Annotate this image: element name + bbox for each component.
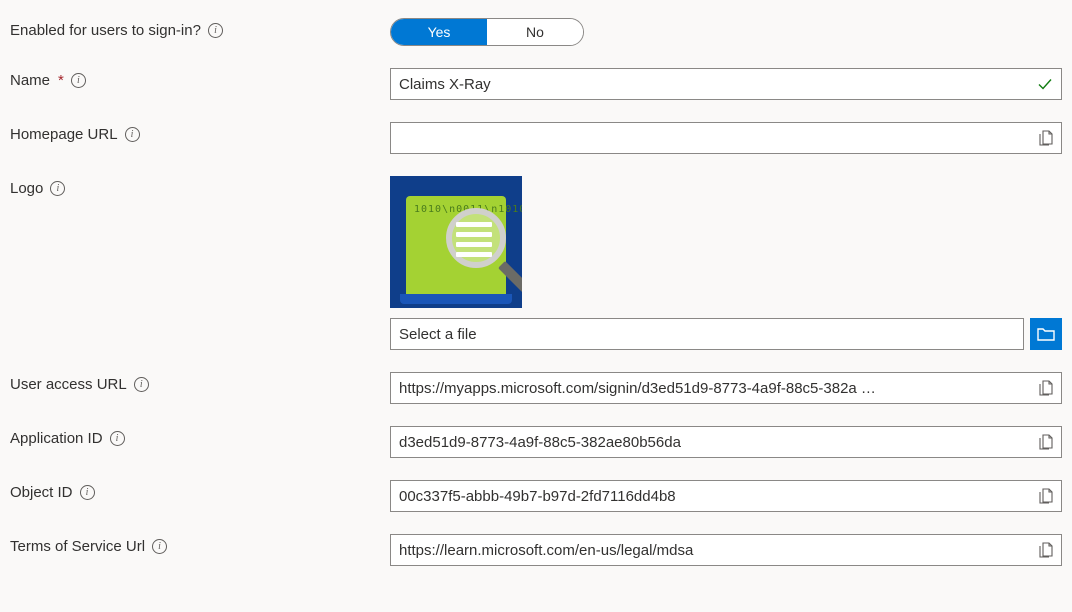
row-name: Name * i Claims X-Ray	[10, 68, 1062, 100]
value-name: Claims X-Ray	[390, 68, 1062, 100]
browse-button[interactable]	[1030, 318, 1062, 350]
toggle-yes[interactable]: Yes	[391, 19, 487, 45]
label-user-access-url: User access URL i	[10, 372, 390, 393]
object-id-text: 00c337f5-abbb-49b7-b97d-2fd7116dd4b8	[399, 488, 1033, 505]
name-input[interactable]: Claims X-Ray	[390, 68, 1062, 100]
label-terms-url-text: Terms of Service Url	[10, 538, 145, 555]
properties-form: Enabled for users to sign-in? i Yes No N…	[0, 0, 1072, 576]
label-logo: Logo i	[10, 176, 390, 197]
row-homepage-url: Homepage URL i	[10, 122, 1062, 154]
homepage-url-input[interactable]	[390, 122, 1062, 154]
value-terms-url: https://learn.microsoft.com/en-us/legal/…	[390, 534, 1062, 566]
copy-icon[interactable]	[1039, 380, 1053, 396]
row-application-id: Application ID i d3ed51d9-8773-4a9f-88c5…	[10, 426, 1062, 458]
folder-icon	[1037, 326, 1055, 342]
object-id-input[interactable]: 00c337f5-abbb-49b7-b97d-2fd7116dd4b8	[390, 480, 1062, 512]
copy-icon[interactable]	[1039, 130, 1053, 146]
label-logo-text: Logo	[10, 180, 43, 197]
copy-icon[interactable]	[1039, 488, 1053, 504]
label-user-access-url-text: User access URL	[10, 376, 127, 393]
label-name: Name * i	[10, 68, 390, 89]
row-object-id: Object ID i 00c337f5-abbb-49b7-b97d-2fd7…	[10, 480, 1062, 512]
logo-file-input[interactable]: Select a file	[390, 318, 1024, 350]
value-user-access-url: https://myapps.microsoft.com/signin/d3ed…	[390, 372, 1062, 404]
value-object-id: 00c337f5-abbb-49b7-b97d-2fd7116dd4b8	[390, 480, 1062, 512]
checkmark-icon	[1037, 76, 1053, 92]
terms-url-input[interactable]: https://learn.microsoft.com/en-us/legal/…	[390, 534, 1062, 566]
info-icon[interactable]: i	[50, 181, 65, 196]
value-homepage-url	[390, 122, 1062, 154]
info-icon[interactable]: i	[152, 539, 167, 554]
info-icon[interactable]: i	[71, 73, 86, 88]
label-enabled-text: Enabled for users to sign-in?	[10, 22, 201, 39]
terms-url-text: https://learn.microsoft.com/en-us/legal/…	[399, 542, 1033, 559]
logo-thumbnail: 1010\n0011\n1010\n1011	[390, 176, 522, 308]
label-homepage-url-text: Homepage URL	[10, 126, 118, 143]
info-icon[interactable]: i	[134, 377, 149, 392]
copy-icon[interactable]	[1039, 542, 1053, 558]
name-input-text: Claims X-Ray	[399, 76, 1031, 93]
toggle-no[interactable]: No	[487, 19, 583, 45]
value-enabled: Yes No	[390, 18, 1062, 46]
value-application-id: d3ed51d9-8773-4a9f-88c5-382ae80b56da	[390, 426, 1062, 458]
row-logo: Logo i 1010\n0011\n1010\n1011 Select a f…	[10, 176, 1062, 350]
application-id-input[interactable]: d3ed51d9-8773-4a9f-88c5-382ae80b56da	[390, 426, 1062, 458]
logo-file-row: Select a file	[390, 318, 1062, 350]
user-access-url-input[interactable]: https://myapps.microsoft.com/signin/d3ed…	[390, 372, 1062, 404]
user-access-url-text: https://myapps.microsoft.com/signin/d3ed…	[399, 380, 1033, 397]
application-id-text: d3ed51d9-8773-4a9f-88c5-382ae80b56da	[399, 434, 1033, 451]
row-user-access-url: User access URL i https://myapps.microso…	[10, 372, 1062, 404]
label-terms-url: Terms of Service Url i	[10, 534, 390, 555]
label-object-id: Object ID i	[10, 480, 390, 501]
row-terms-url: Terms of Service Url i https://learn.mic…	[10, 534, 1062, 566]
info-icon[interactable]: i	[125, 127, 140, 142]
label-enabled: Enabled for users to sign-in? i	[10, 18, 390, 39]
info-icon[interactable]: i	[208, 23, 223, 38]
copy-icon[interactable]	[1039, 434, 1053, 450]
value-logo: 1010\n0011\n1010\n1011 Select a file	[390, 176, 1062, 350]
label-application-id: Application ID i	[10, 426, 390, 447]
info-icon[interactable]: i	[110, 431, 125, 446]
logo-file-text: Select a file	[399, 326, 1015, 343]
info-icon[interactable]: i	[80, 485, 95, 500]
required-mark: *	[58, 72, 64, 89]
label-name-text: Name	[10, 72, 50, 89]
label-application-id-text: Application ID	[10, 430, 103, 447]
label-object-id-text: Object ID	[10, 484, 73, 501]
label-homepage-url: Homepage URL i	[10, 122, 390, 143]
row-enabled: Enabled for users to sign-in? i Yes No	[10, 18, 1062, 46]
enabled-toggle[interactable]: Yes No	[390, 18, 584, 46]
